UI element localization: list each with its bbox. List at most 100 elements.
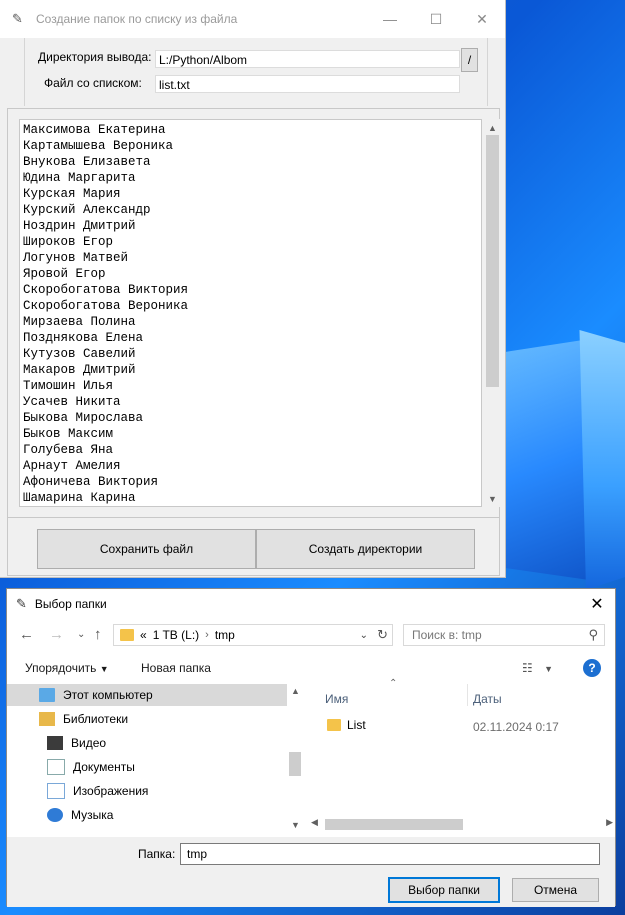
browse-dir-button[interactable]: / xyxy=(461,48,478,72)
dialog-navbar: ← → ⌄ ↑ « 1 TB (L:) › tmp ⌄ ↻ Поиск в: t… xyxy=(7,623,615,649)
list-file-label: Файл со списком: xyxy=(44,76,142,90)
list-file-input[interactable]: list.txt xyxy=(155,75,460,93)
folder-label: Папка: xyxy=(138,847,176,861)
nav-item-label: Документы xyxy=(73,760,135,774)
names-list: Максимова Екатерина Картамышева Вероника В… xyxy=(20,120,481,506)
scroll-right-icon[interactable]: ▶ xyxy=(606,817,613,828)
view-options-icon[interactable]: ☷ ▼ xyxy=(522,661,553,675)
name-line: Тимошин Илья xyxy=(23,379,114,393)
new-folder-button[interactable]: Новая папка xyxy=(141,661,211,675)
name-line: Макаров Дмитрий xyxy=(23,363,136,377)
name-line: Внукова Елизавета xyxy=(23,155,151,169)
back-arrow-icon[interactable]: ← xyxy=(19,626,34,643)
nav-scrollbar[interactable]: ▲ ▼ xyxy=(287,684,303,832)
file-date: 02.11.2024 0:17 xyxy=(473,720,559,734)
scroll-left-icon[interactable]: ◀ xyxy=(311,817,318,828)
name-line: Ноздрин Дмитрий xyxy=(23,219,136,233)
nav-item[interactable]: Видео xyxy=(7,732,287,754)
nav-item[interactable]: Музыка xyxy=(7,804,287,826)
name-line: Широков Егор xyxy=(23,235,114,249)
main-window: ✎ Создание папок по списку из файла — ☐ … xyxy=(0,0,506,578)
column-header-date[interactable]: Даты xyxy=(473,692,502,706)
feather-icon: ✎ xyxy=(16,596,27,611)
minimize-icon[interactable]: — xyxy=(367,0,413,38)
scroll-up-icon[interactable]: ▲ xyxy=(484,119,501,136)
nav-item-label: Изображения xyxy=(73,784,149,798)
output-dir-input[interactable]: L:/Python/Albom xyxy=(155,50,460,68)
scrollbar-thumb[interactable] xyxy=(289,752,301,776)
name-line: Быкова Мирослава xyxy=(23,411,144,425)
nav-item[interactable]: Документы xyxy=(7,756,287,778)
names-textarea[interactable]: Максимова Екатерина Картамышева Вероника В… xyxy=(19,119,482,507)
main-titlebar: ✎ Создание папок по списку из файла — ☐ … xyxy=(0,0,505,38)
name-line: Курская Мария xyxy=(23,187,121,201)
name-line: Мирзаева Полина xyxy=(23,315,136,329)
buttons-frame: Сохранить файл Создать директории xyxy=(7,518,500,576)
nav-item[interactable]: Библиотеки xyxy=(7,708,287,730)
name-line: Арнаут Амелия xyxy=(23,459,121,473)
address-bar[interactable]: « 1 TB (L:) › tmp ⌄ ↻ xyxy=(113,624,393,646)
cancel-button[interactable]: Отмена xyxy=(512,878,599,902)
create-dirs-button[interactable]: Создать директории xyxy=(256,529,475,569)
file-row[interactable]: List xyxy=(327,718,366,732)
save-file-button[interactable]: Сохранить файл xyxy=(37,529,256,569)
name-line: Юдина Маргарита xyxy=(23,171,136,185)
nav-item[interactable]: Этот компьютер xyxy=(7,684,287,706)
search-icon: ⚲ xyxy=(588,627,598,642)
scroll-down-icon[interactable]: ▼ xyxy=(484,490,501,507)
scrollbar-thumb[interactable] xyxy=(486,135,499,387)
video-icon xyxy=(47,736,63,750)
maximize-icon[interactable]: ☐ xyxy=(413,0,459,38)
folder-dialog: ✎ Выбор папки ✕ ← → ⌄ ↑ « 1 TB (L:) › tm… xyxy=(6,588,616,907)
nav-item-label: Библиотеки xyxy=(63,712,129,726)
folder-icon xyxy=(327,719,341,731)
dialog-footer: Папка: tmp Выбор папки Отмена xyxy=(7,837,615,907)
name-line: Шамарина Карина xyxy=(23,491,136,505)
name-line: Курский Александр xyxy=(23,203,151,217)
command-bar: Упорядочить ▼ Новая папка ☷ ▼ ? xyxy=(7,657,615,681)
folder-icon xyxy=(120,629,134,641)
up-arrow-icon[interactable]: ↑ xyxy=(94,626,102,643)
nav-item-label: Видео xyxy=(71,736,107,750)
scroll-up-icon[interactable]: ▲ xyxy=(291,686,300,696)
folder-input[interactable]: tmp xyxy=(180,843,600,865)
scrollbar-thumb[interactable] xyxy=(325,819,463,830)
nav-item-label: Музыка xyxy=(71,808,114,822)
settings-frame: Директория вывода: L:/Python/Albom / Фай… xyxy=(24,38,488,106)
name-line: Скоробогатова Вероника xyxy=(23,299,189,313)
column-header-name[interactable]: Имя xyxy=(325,692,348,706)
address-overflow[interactable]: « xyxy=(140,628,147,642)
name-line: Усачев Никита xyxy=(23,395,121,409)
refresh-icon[interactable]: ↻ xyxy=(377,627,388,643)
close-icon[interactable]: ✕ xyxy=(579,594,615,614)
name-line: Быков Максим xyxy=(23,427,114,441)
dialog-title: Выбор папки xyxy=(34,597,107,611)
select-folder-button[interactable]: Выбор папки xyxy=(388,877,500,903)
documents-icon xyxy=(47,759,65,775)
names-scrollbar[interactable]: ▲ ▼ xyxy=(484,119,501,507)
help-icon[interactable]: ? xyxy=(583,659,601,677)
search-input[interactable]: Поиск в: tmp ⚲ xyxy=(403,624,605,646)
navigation-pane: ▲ ▼ Этот компьютер Библиотеки Видео Докумен… xyxy=(7,684,303,832)
chevron-down-icon: ▼ xyxy=(99,664,109,674)
close-icon[interactable]: ✕ xyxy=(459,0,505,38)
name-line: Кутузов Савелий xyxy=(23,347,136,361)
music-icon xyxy=(47,808,63,822)
output-dir-label: Директория вывода: xyxy=(38,50,152,64)
name-line: Афоничева Виктория xyxy=(23,475,159,489)
column-divider[interactable] xyxy=(467,684,468,706)
pictures-icon xyxy=(47,783,65,799)
chevron-right-icon: › xyxy=(205,629,209,641)
forward-arrow-icon[interactable]: → xyxy=(49,626,64,643)
file-name: List xyxy=(347,718,366,732)
organize-button[interactable]: Упорядочить ▼ xyxy=(25,661,109,675)
recent-chevron-icon[interactable]: ⌄ xyxy=(77,629,85,640)
name-line: Логунов Матвей xyxy=(23,251,129,265)
scroll-down-icon[interactable]: ▼ xyxy=(291,820,300,830)
nav-item-label: Этот компьютер xyxy=(63,688,153,702)
chevron-down-icon[interactable]: ⌄ xyxy=(360,630,368,641)
nav-item[interactable]: Изображения xyxy=(7,780,287,802)
address-drive[interactable]: 1 TB (L:) xyxy=(153,628,199,642)
address-folder[interactable]: tmp xyxy=(215,628,235,642)
file-hscrollbar[interactable]: ◀ ▶ xyxy=(305,816,615,832)
